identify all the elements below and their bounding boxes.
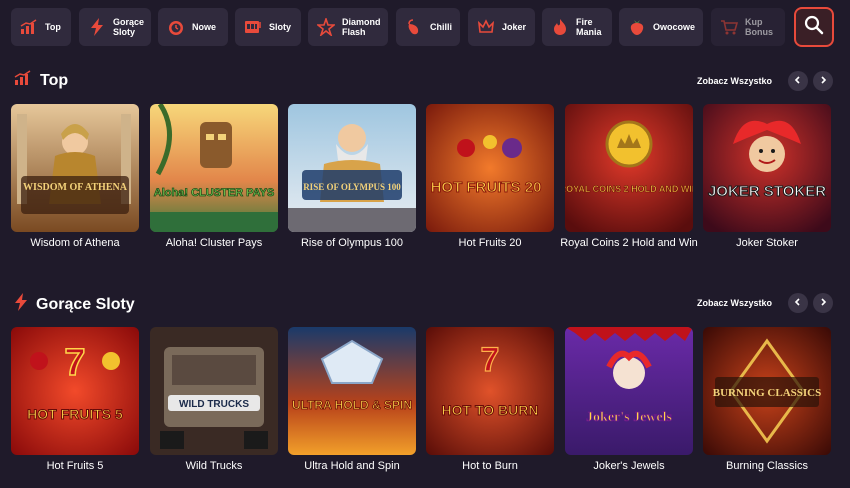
- game-tile-burning-classics[interactable]: BURNING CLASSICS: [703, 327, 831, 455]
- game-logo-text: Joker's Jewels: [586, 410, 672, 425]
- section-heading-top: Top: [14, 70, 68, 91]
- game-logo-text: WISDOM OF ATHENA: [23, 182, 128, 193]
- nav-item-fruits[interactable]: Owocowe: [619, 8, 703, 46]
- lightning-icon: [87, 17, 107, 37]
- nav-item-label: Diamond Flash: [342, 17, 381, 37]
- game-title[interactable]: Hot to Burn: [420, 458, 560, 474]
- game-title[interactable]: Wisdom of Athena: [5, 235, 145, 251]
- game-title[interactable]: Hot Fruits 5: [5, 458, 145, 474]
- game-logo-text: JOKER STOKER: [708, 183, 826, 200]
- section-heading-hot-slots: Gorące Sloty: [14, 293, 135, 316]
- game-logo-text: HOT FRUITS 20: [431, 179, 542, 196]
- bar-chart-icon: [19, 17, 39, 37]
- game-tile-royal-coins-2[interactable]: ROYAL COINS 2 HOLD AND WIN: [565, 104, 693, 232]
- nav-item-label: Top: [45, 22, 61, 32]
- chevron-right-icon: [818, 294, 828, 312]
- game-tile-hot-fruits-20[interactable]: HOT FRUITS 20: [426, 104, 554, 232]
- game-logo-text: Aloha! CLUSTER PAYS: [154, 187, 274, 199]
- nav-item-label: Kup Bonus: [745, 17, 773, 37]
- game-logo-text: BURNING CLASSICS: [713, 387, 822, 399]
- nav-item-fire-mania[interactable]: Fire Mania: [542, 8, 612, 46]
- game-tile-hot-to-burn[interactable]: 7 HOT TO BURN: [426, 327, 554, 455]
- section-title: Top: [40, 71, 69, 89]
- game-title[interactable]: Aloha! Cluster Pays: [144, 235, 284, 251]
- nav-item-top[interactable]: Top: [11, 8, 71, 46]
- slot-machine-icon: [243, 17, 263, 37]
- chevron-left-icon: [793, 294, 803, 312]
- prev-arrow-button[interactable]: [788, 71, 808, 91]
- section-title: Gorące Sloty: [36, 295, 135, 313]
- nav-item-hot-slots[interactable]: Gorące Sloty: [79, 8, 151, 46]
- nav-item-diamond-flash[interactable]: Diamond Flash: [308, 8, 388, 46]
- nav-item-new[interactable]: Nowe: [158, 8, 228, 46]
- next-arrow-button[interactable]: [813, 71, 833, 91]
- game-tile-rise-of-olympus[interactable]: RISE OF OLYMPUS 100: [288, 104, 416, 232]
- game-tile-hot-fruits-5[interactable]: 7 HOT FRUITS 5: [11, 327, 139, 455]
- search-button[interactable]: [794, 7, 834, 47]
- game-tile-wisdom-of-athena[interactable]: WISDOM OF ATHENA: [11, 104, 139, 232]
- next-arrow-button[interactable]: [813, 293, 833, 313]
- game-logo-text: WILD TRUCKS: [179, 399, 249, 410]
- svg-text:7: 7: [64, 342, 85, 384]
- search-icon: [804, 15, 824, 40]
- category-nav: Top Gorące Sloty Nowe Sloty Diamond Flas…: [0, 0, 850, 56]
- game-logo-text: HOT TO BURN: [442, 402, 539, 418]
- nav-item-buy-bonus[interactable]: Kup Bonus: [711, 8, 785, 46]
- cart-icon: [719, 17, 739, 37]
- game-logo-text: HOT FRUITS 5: [27, 406, 123, 422]
- game-logo-text: ULTRA HOLD & SPIN: [292, 398, 412, 412]
- game-title[interactable]: Ultra Hold and Spin: [282, 458, 422, 474]
- game-tile-aloha[interactable]: Aloha! CLUSTER PAYS: [150, 104, 278, 232]
- chevron-left-icon: [793, 72, 803, 90]
- nav-item-joker[interactable]: Joker: [468, 8, 535, 46]
- nav-item-slots[interactable]: Sloty: [235, 8, 301, 46]
- game-title[interactable]: Joker Stoker: [697, 235, 837, 251]
- game-tile-joker-stoker[interactable]: JOKER STOKER: [703, 104, 831, 232]
- see-all-link[interactable]: Zobacz Wszystko: [697, 76, 772, 86]
- game-title[interactable]: Burning Classics: [697, 458, 837, 474]
- prev-arrow-button[interactable]: [788, 293, 808, 313]
- game-title[interactable]: Royal Coins 2 Hold and Win: [559, 235, 699, 251]
- game-tile-jokers-jewels[interactable]: Joker's Jewels: [565, 327, 693, 455]
- nav-item-label: Joker: [502, 22, 527, 32]
- lightning-icon: [14, 293, 28, 316]
- game-tile-wild-trucks[interactable]: WILD TRUCKS: [150, 327, 278, 455]
- nav-item-label: Owocowe: [653, 22, 696, 32]
- nav-item-label: Sloty: [269, 22, 292, 32]
- game-title[interactable]: Joker's Jewels: [559, 458, 699, 474]
- chevron-right-icon: [818, 72, 828, 90]
- flame-icon: [550, 17, 570, 37]
- game-logo-text: ROYAL COINS 2 HOLD AND WIN: [565, 184, 693, 194]
- game-title[interactable]: Hot Fruits 20: [420, 235, 560, 251]
- bar-chart-icon: [14, 70, 32, 91]
- game-logo-text: RISE OF OLYMPUS 100: [303, 182, 401, 192]
- crown-icon: [476, 17, 496, 37]
- nav-item-chilli[interactable]: Chilli: [396, 8, 460, 46]
- nav-item-label: Gorące Sloty: [113, 17, 145, 37]
- chilli-icon: [404, 17, 424, 37]
- nav-item-label: Nowe: [192, 22, 217, 32]
- strawberry-icon: [627, 17, 647, 37]
- nav-item-label: Fire Mania: [576, 17, 602, 37]
- game-title[interactable]: Wild Trucks: [144, 458, 284, 474]
- alarm-clock-icon: [166, 17, 186, 37]
- svg-text:7: 7: [481, 341, 500, 379]
- star-icon: [316, 17, 336, 37]
- see-all-link[interactable]: Zobacz Wszystko: [697, 298, 772, 308]
- game-title[interactable]: Rise of Olympus 100: [282, 235, 422, 251]
- game-tile-ultra-hold-and-spin[interactable]: ULTRA HOLD & SPIN: [288, 327, 416, 455]
- nav-item-label: Chilli: [430, 22, 452, 32]
